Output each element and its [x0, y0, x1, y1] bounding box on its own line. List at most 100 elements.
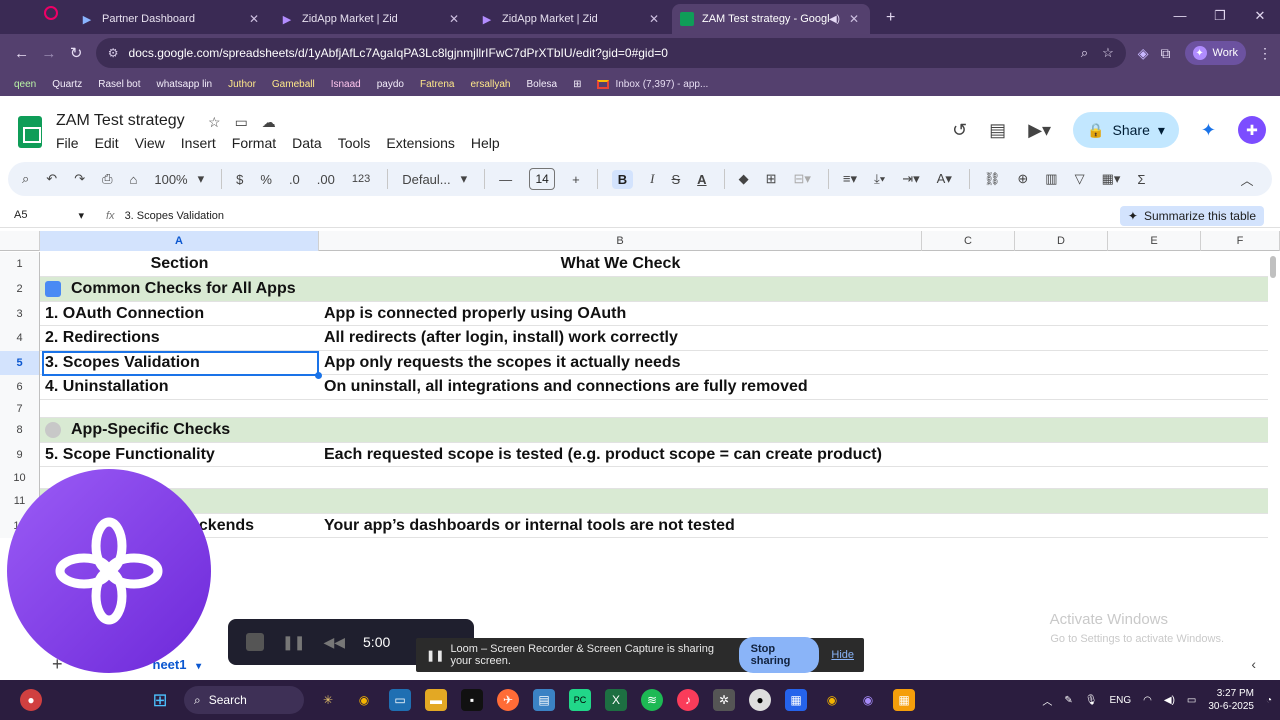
- start-icon[interactable]: ⊞: [149, 689, 171, 711]
- filter-icon[interactable]: ▽: [1075, 171, 1085, 187]
- vertical-scrollbar[interactable]: [1270, 256, 1276, 278]
- clock[interactable]: 3:27 PM 30-6-2025: [1208, 687, 1254, 713]
- column-header-c[interactable]: C: [922, 231, 1015, 251]
- stop-sharing-button[interactable]: Stop sharing: [738, 637, 820, 673]
- active-cell-selection[interactable]: [42, 351, 322, 379]
- bookmark-star-icon[interactable]: ☆: [1102, 45, 1114, 61]
- pause-icon[interactable]: ❚❚: [282, 634, 305, 651]
- search-menus-icon[interactable]: ⌕: [22, 171, 29, 187]
- app-grid-icon[interactable]: ▦: [893, 689, 915, 711]
- bookmark-item[interactable]: Fatrena: [420, 79, 454, 90]
- row-header[interactable]: 3: [0, 302, 40, 326]
- menu-file[interactable]: File: [56, 135, 79, 151]
- filter-views-icon[interactable]: ▦▾: [1102, 171, 1121, 187]
- cell-column-b[interactable]: Your app’s dashboards or internal tools …: [319, 514, 922, 537]
- tab-zam-test-strategy[interactable]: ZAM Test strategy - Google ◀) ✕: [672, 4, 870, 34]
- browser-menu-icon[interactable]: ⋮: [1258, 45, 1272, 62]
- cell-column-a[interactable]: 4. Uninstallation: [40, 375, 319, 399]
- chevron-left-icon[interactable]: ‹: [1251, 656, 1256, 672]
- column-header-e[interactable]: E: [1108, 231, 1201, 251]
- tab-partner-dashboard[interactable]: ▶ Partner Dashboard ✕: [72, 4, 270, 34]
- cell-column-a[interactable]: 1. OAuth Connection: [40, 302, 319, 325]
- bookmark-item[interactable]: Isnaad: [331, 79, 361, 90]
- bookmark-item[interactable]: ersallyah: [470, 79, 510, 90]
- tab-zidapp-market-1[interactable]: ▶ ZidApp Market | Zid ✕: [272, 4, 470, 34]
- row-header[interactable]: 5: [0, 351, 40, 375]
- comments-icon[interactable]: ▤: [989, 120, 1006, 141]
- cell-column-b[interactable]: [319, 489, 922, 513]
- spotify-icon[interactable]: ≋: [641, 689, 663, 711]
- paint-format-icon[interactable]: ⌂: [130, 172, 138, 187]
- row-header[interactable]: 6: [0, 375, 40, 400]
- menu-view[interactable]: View: [135, 135, 165, 151]
- text-wrapping-icon[interactable]: ⇥▾: [902, 171, 919, 187]
- chrome-work-icon[interactable]: ◉: [857, 689, 879, 711]
- text-rotation-icon[interactable]: A▾: [937, 171, 952, 187]
- cell-column-a[interactable]: Section: [40, 252, 319, 276]
- language-indicator[interactable]: ENG: [1109, 695, 1131, 706]
- column-header-a[interactable]: A: [40, 231, 319, 251]
- share-button[interactable]: 🔒 Share ▾: [1073, 112, 1179, 148]
- cell-column-b[interactable]: Each requested scope is tested (e.g. pro…: [319, 443, 922, 466]
- menu-data[interactable]: Data: [292, 135, 322, 151]
- bookmark-item[interactable]: Rasel bot: [98, 79, 140, 90]
- notifications-icon[interactable]: ◔: [1266, 695, 1272, 706]
- zoom-select[interactable]: 100% ▾: [154, 171, 204, 187]
- hide-button[interactable]: Hide: [831, 649, 854, 661]
- italic-button[interactable]: I: [650, 171, 654, 187]
- chrome-icon[interactable]: ◉: [353, 689, 375, 711]
- rewind-icon[interactable]: ◀◀: [323, 634, 345, 651]
- gemini-icon[interactable]: ✦: [1201, 120, 1216, 141]
- font-size-input[interactable]: 14: [529, 168, 556, 190]
- wifi-icon[interactable]: ◠: [1143, 695, 1152, 706]
- row-header[interactable]: 10: [0, 467, 40, 489]
- battery-icon[interactable]: ▭: [1187, 695, 1196, 706]
- insert-comment-icon[interactable]: ⊕: [1017, 171, 1028, 187]
- select-all-corner[interactable]: [0, 231, 40, 251]
- minimize-button[interactable]: —: [1160, 0, 1200, 34]
- close-window-button[interactable]: ✕: [1240, 0, 1280, 34]
- row-header[interactable]: 7: [0, 400, 40, 418]
- menu-extensions[interactable]: Extensions: [386, 135, 454, 151]
- row-header[interactable]: 1: [0, 252, 40, 277]
- fill-color-icon[interactable]: ◆: [739, 171, 749, 187]
- chevron-up-icon[interactable]: ︿: [1042, 693, 1052, 708]
- text-color-button[interactable]: A: [697, 172, 706, 187]
- music-icon[interactable]: ♪: [677, 689, 699, 711]
- bookmark-item[interactable]: Juthor: [228, 79, 256, 90]
- vertical-align-icon[interactable]: ⤓▾: [874, 171, 885, 187]
- close-icon[interactable]: ✕: [246, 12, 262, 26]
- collapse-toolbar-icon[interactable]: ︿: [1240, 170, 1253, 189]
- account-avatar[interactable]: ✚: [1238, 116, 1266, 144]
- cell-column-a[interactable]: 2. Redirections: [40, 326, 319, 350]
- insert-link-icon[interactable]: ⛓: [984, 171, 1001, 187]
- microphone-icon[interactable]: 🎙: [1085, 695, 1098, 706]
- menu-help[interactable]: Help: [471, 135, 500, 151]
- file-explorer-icon[interactable]: ▬: [425, 689, 447, 711]
- taskbar-search[interactable]: ⌕ Search: [184, 686, 304, 714]
- stop-recording-button[interactable]: [246, 633, 264, 651]
- bookmark-item[interactable]: whatsapp lin: [157, 79, 213, 90]
- terminal-icon[interactable]: ▪: [461, 689, 483, 711]
- bookmark-item[interactable]: Gameball: [272, 79, 315, 90]
- forward-button[interactable]: →: [35, 45, 62, 62]
- row-header[interactable]: 8: [0, 418, 40, 443]
- functions-icon[interactable]: Σ: [1137, 172, 1145, 187]
- column-header-b[interactable]: B: [319, 231, 922, 251]
- cloud-status-icon[interactable]: ☁: [262, 114, 276, 131]
- font-select[interactable]: Defaul... ▾: [402, 171, 467, 187]
- bold-button[interactable]: B: [611, 169, 634, 189]
- cell-column-b[interactable]: App is connected properly using OAuth: [319, 302, 922, 325]
- name-box[interactable]: A5 ▾: [0, 209, 92, 222]
- bookmark-item[interactable]: Quartz: [52, 79, 82, 90]
- cell-column-b[interactable]: [319, 467, 922, 488]
- maximize-button[interactable]: ❐: [1200, 0, 1240, 34]
- cell-column-a[interactable]: 5. Scope Functionality: [40, 443, 319, 466]
- paint-icon[interactable]: ▤: [533, 689, 555, 711]
- desktop-app-icon[interactable]: ▭: [389, 689, 411, 711]
- tab-zidapp-market-2[interactable]: ▶ ZidApp Market | Zid ✕: [472, 4, 670, 34]
- pen-icon[interactable]: ✎: [1064, 695, 1072, 706]
- summarize-table-button[interactable]: ✦ Summarize this table: [1119, 206, 1264, 226]
- chevron-down-icon[interactable]: ▾: [1158, 122, 1165, 139]
- bookmark-item[interactable]: Bolesa: [527, 79, 558, 90]
